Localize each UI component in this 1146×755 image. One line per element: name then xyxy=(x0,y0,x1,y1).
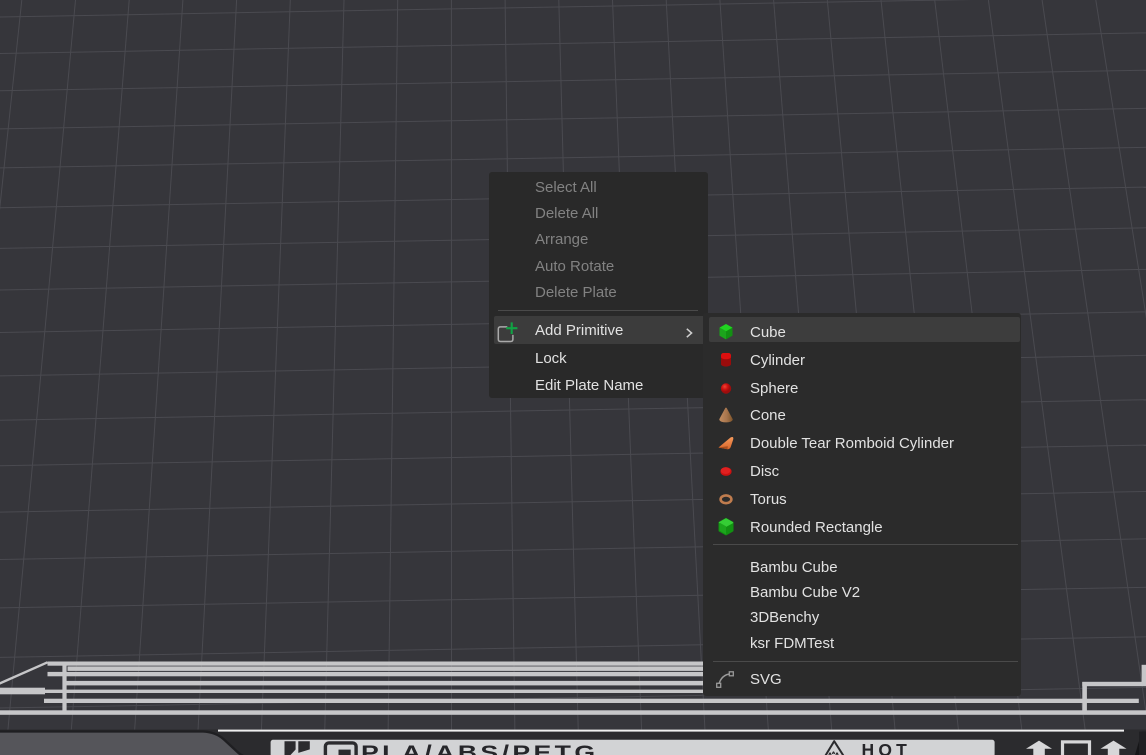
svg-text:PLA/ABS/PETG: PLA/ABS/PETG xyxy=(361,741,598,755)
svg-text:HOT: HOT xyxy=(862,740,912,755)
